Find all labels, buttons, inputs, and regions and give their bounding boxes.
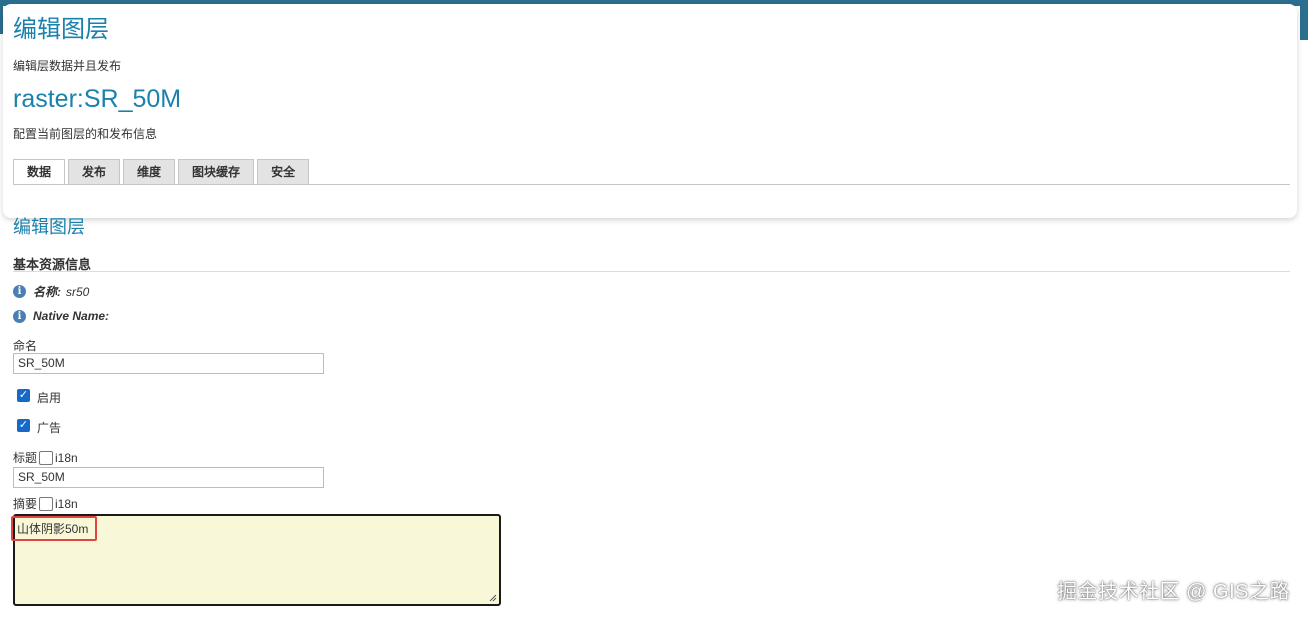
- basic-info-divider: [13, 271, 1290, 272]
- tab-data[interactable]: 数据: [13, 159, 66, 185]
- layer-name-heading: raster:SR_50M: [13, 85, 182, 113]
- name-input[interactable]: SR_50M: [13, 353, 324, 374]
- abstract-i18n-checkbox[interactable]: [39, 496, 54, 511]
- title-input[interactable]: SR_50M: [13, 467, 324, 488]
- info-icon: i: [13, 309, 26, 323]
- highlight-box: [11, 516, 97, 541]
- title-i18n-label: i18n: [55, 450, 78, 465]
- enabled-label: 启用: [37, 391, 62, 405]
- advertised-label: 广告: [37, 421, 62, 435]
- info-name-row: i 名称: sr50: [13, 283, 89, 300]
- tab-dimensions[interactable]: 维度: [123, 159, 176, 184]
- tab-security[interactable]: 安全: [257, 159, 310, 184]
- info-native-key: Native Name:: [33, 309, 110, 323]
- abstract-label: 摘要: [13, 497, 38, 511]
- header-panel: [3, 4, 1297, 218]
- section-title: 编辑图层: [13, 217, 85, 237]
- resize-handle-icon[interactable]: [489, 594, 497, 602]
- info-name-value: sr50: [66, 284, 90, 299]
- advertised-checkbox[interactable]: ✓: [17, 419, 30, 432]
- watermark: 掘金技术社区 @ GIS之路: [1057, 581, 1290, 603]
- abstract-i18n-label: i18n: [55, 496, 78, 511]
- title-label: 标题: [13, 451, 38, 465]
- tab-divider: [13, 184, 1290, 185]
- advertised-row: ✓ 广告: [17, 417, 62, 435]
- enabled-checkbox[interactable]: ✓: [17, 389, 30, 402]
- layer-description: 配置当前图层的和发布信息: [13, 127, 158, 141]
- page-title: 编辑图层: [13, 16, 109, 43]
- tab-bar: 数据 发布 维度 图块缓存 安全: [13, 159, 312, 185]
- title-i18n-checkbox[interactable]: [39, 450, 54, 465]
- abstract-label-row: 摘要 i18n: [13, 495, 78, 512]
- enabled-row: ✓ 启用: [17, 387, 62, 405]
- info-native-row: i Native Name:: [13, 309, 114, 323]
- info-icon: i: [13, 285, 26, 298]
- page-subtitle: 编辑层数据并且发布: [13, 59, 122, 73]
- info-name-key: 名称:: [33, 285, 61, 299]
- title-label-row: 标题 i18n: [13, 449, 78, 466]
- top-bar-right-edge: [1300, 6, 1308, 40]
- tab-publishing[interactable]: 发布: [68, 159, 121, 184]
- name-label: 命名: [13, 339, 38, 353]
- tab-tile-caching[interactable]: 图块缓存: [178, 159, 255, 184]
